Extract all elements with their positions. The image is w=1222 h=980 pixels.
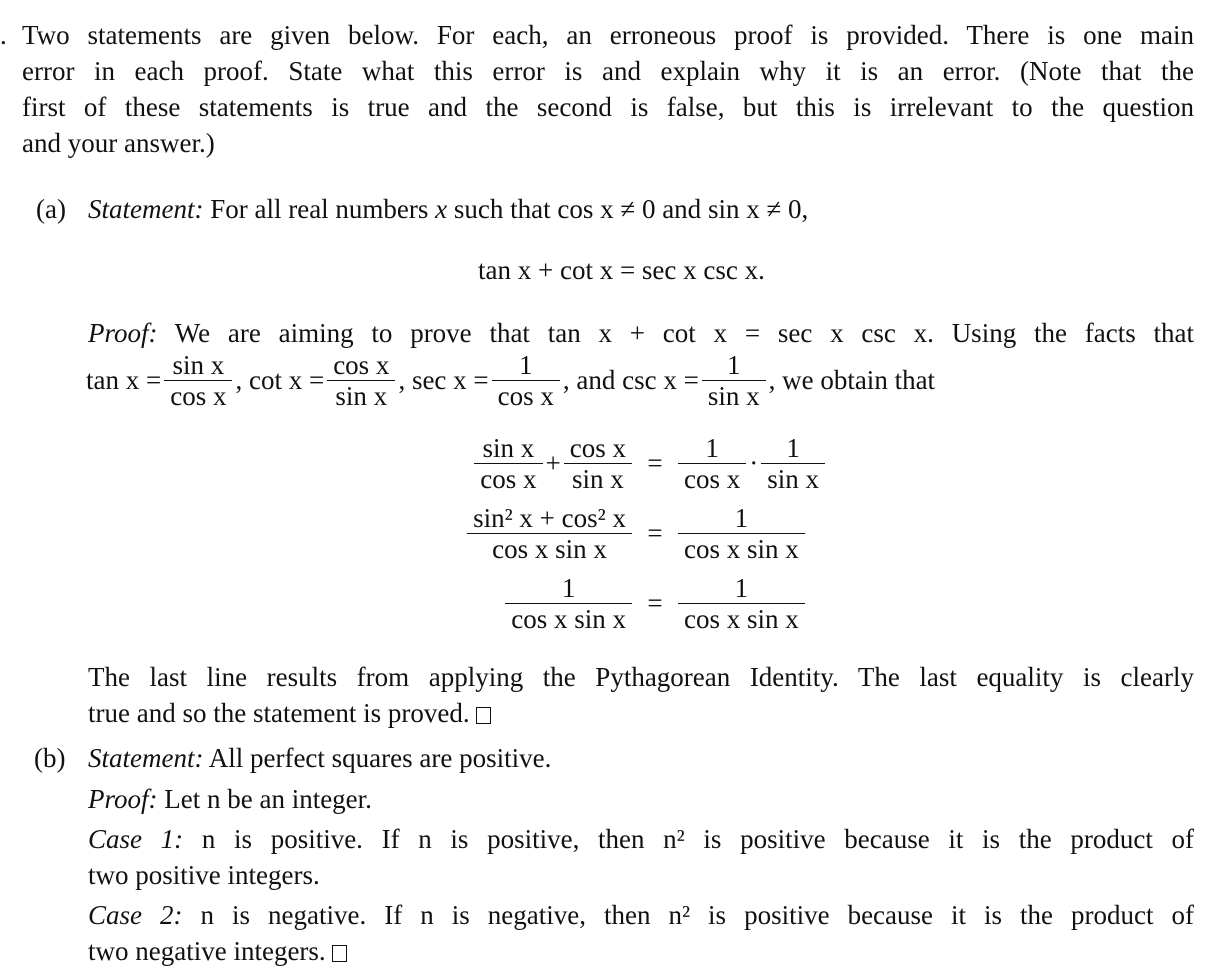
- separator: ,: [398, 365, 406, 395]
- part-b-statement: Statement: All perfect squares are posit…: [88, 740, 551, 776]
- operator: +: [545, 448, 561, 478]
- case-text: two positive integers.: [88, 860, 320, 890]
- numerator: cos x: [333, 349, 390, 380]
- intro-line: and your answer.): [22, 128, 215, 158]
- denominator: cos x sin x: [684, 533, 799, 564]
- fraction: cos x sin x: [563, 432, 632, 494]
- equals-sign: =: [647, 448, 663, 478]
- denominator: cos x: [497, 380, 554, 411]
- intro-line: Two statements are given below. For each…: [22, 20, 1194, 50]
- numerator: sin x: [172, 349, 225, 380]
- numerator: 1: [519, 349, 533, 380]
- variable-x: x: [435, 194, 448, 224]
- derivation-rhs: 1 cos x sin x: [675, 498, 820, 568]
- numerator: 1: [734, 572, 749, 603]
- conclusion-line: true and so the statement is proved.: [88, 695, 1194, 731]
- numerator: 1: [734, 502, 749, 533]
- case-text: n is negative. If n is negative, then n²…: [200, 900, 1195, 930]
- fraction: sin x cos x: [164, 349, 233, 411]
- qed-square-icon: [331, 945, 347, 962]
- case-text: two negative integers.: [88, 936, 326, 966]
- statement-text: For all real numbers: [210, 194, 429, 224]
- denominator: sin x: [571, 463, 624, 494]
- fact-lhs: tan x =: [86, 365, 162, 395]
- part-a-statement: Statement: For all real numbers x such t…: [88, 191, 808, 227]
- derivation-rhs: 1 cos x · 1 sin x: [675, 428, 826, 498]
- numerator: 1: [726, 349, 741, 380]
- separator: ,: [235, 365, 243, 395]
- statement-label: Statement:: [88, 194, 204, 224]
- fraction: 1 cos x: [678, 432, 747, 494]
- proof-text: Let n be an integer.: [164, 784, 372, 814]
- fraction: sin² x + cos² x cos x sin x: [467, 503, 632, 564]
- numerator: 1: [786, 432, 800, 463]
- denominator: sin x: [335, 380, 388, 411]
- proof-a-facts: tan x = sin x cos x , cot x = cos x sin x …: [86, 345, 935, 415]
- part-b-label: (b): [34, 743, 66, 773]
- fraction: 1 cos x sin x: [678, 573, 805, 634]
- derivation-lhs: sin x cos x + cos x sin x: [455, 428, 635, 498]
- denominator: cos x: [480, 463, 537, 494]
- question-intro: Two statements are given below. For each…: [22, 17, 1194, 161]
- case-2: Case 2: n is negative. If n is negative,…: [88, 897, 1194, 969]
- denominator: sin x: [707, 380, 760, 411]
- facts-tail: we obtain that: [782, 365, 936, 395]
- numerator: 1: [705, 432, 719, 463]
- condition-sin: sin x ≠ 0,: [707, 194, 809, 224]
- fraction: 1 cos x sin x: [505, 573, 632, 634]
- case-label: Case 1:: [88, 824, 184, 854]
- document-page: . Two statements are given below. For ea…: [0, 0, 1222, 980]
- equals-sign: =: [647, 518, 663, 548]
- statement-label: Statement:: [88, 743, 204, 773]
- statement-text: such that: [453, 194, 551, 224]
- fraction: 1 sin x: [761, 432, 826, 494]
- fraction: 1 cos x sin x: [678, 503, 805, 564]
- proof-text: We are aiming to prove that tan x + cot …: [174, 318, 1194, 348]
- derivation-block: sin x cos x + cos x sin x = 1 cos x · 1 sin …: [455, 428, 826, 638]
- display-identity: tan x + cot x = sec x csc x.: [478, 255, 765, 285]
- numerator: sin² x + cos² x: [473, 502, 626, 533]
- conclusion-line: The last line results from applying the …: [88, 662, 1194, 692]
- fraction: sin x cos x: [474, 432, 543, 494]
- fraction: cos x sin x: [327, 349, 396, 411]
- part-b-proof: Proof: Let n be an integer.: [88, 781, 372, 817]
- fact-lhs: sec x =: [411, 365, 489, 395]
- fraction: 1 sin x: [701, 349, 766, 411]
- separator: ,: [768, 365, 776, 395]
- fact-lhs: cot x =: [248, 365, 325, 395]
- condition-cos: cos x ≠ 0: [557, 194, 656, 224]
- numerator: 1: [561, 572, 576, 603]
- numerator: sin x: [482, 432, 535, 463]
- equals-sign: =: [647, 588, 663, 618]
- statement-text: and: [662, 194, 702, 224]
- statement-text: All perfect squares are positive.: [208, 743, 552, 773]
- case-text: n is positive. If n is positive, then n²…: [201, 824, 1195, 854]
- conclusion-text: true and so the statement is proved.: [88, 698, 470, 728]
- intro-line: first of these statements is true and th…: [22, 92, 1194, 122]
- qed-square-icon: [475, 707, 491, 724]
- denominator: cos x: [684, 463, 741, 494]
- denominator: cos x sin x: [511, 603, 626, 634]
- denominator: cos x sin x: [492, 533, 607, 564]
- case-1: Case 1: n is positive. If n is positive,…: [88, 821, 1194, 893]
- intro-line: error in each proof. State what this err…: [22, 56, 1194, 86]
- derivation-lhs: 1 cos x sin x: [455, 568, 635, 638]
- proof-label: Proof:: [88, 784, 158, 814]
- derivation-rhs: 1 cos x sin x: [675, 568, 820, 638]
- case-text-final: two negative integers.: [88, 933, 1194, 969]
- fact-lhs: and csc x =: [576, 365, 699, 395]
- denominator: sin x: [767, 463, 820, 494]
- proof-label: Proof:: [88, 318, 158, 348]
- question-number-marker: .: [0, 20, 7, 50]
- derivation-lhs: sin² x + cos² x cos x sin x: [455, 498, 635, 568]
- proof-a-conclusion: The last line results from applying the …: [88, 659, 1194, 731]
- case-label: Case 2:: [88, 900, 183, 930]
- numerator: cos x: [569, 432, 626, 463]
- denominator: cos x: [170, 380, 227, 411]
- separator: ,: [562, 365, 570, 395]
- part-a-label: (a): [36, 194, 66, 224]
- denominator: cos x sin x: [684, 603, 799, 634]
- operator: ·: [749, 448, 759, 478]
- fraction: 1 cos x: [491, 349, 560, 411]
